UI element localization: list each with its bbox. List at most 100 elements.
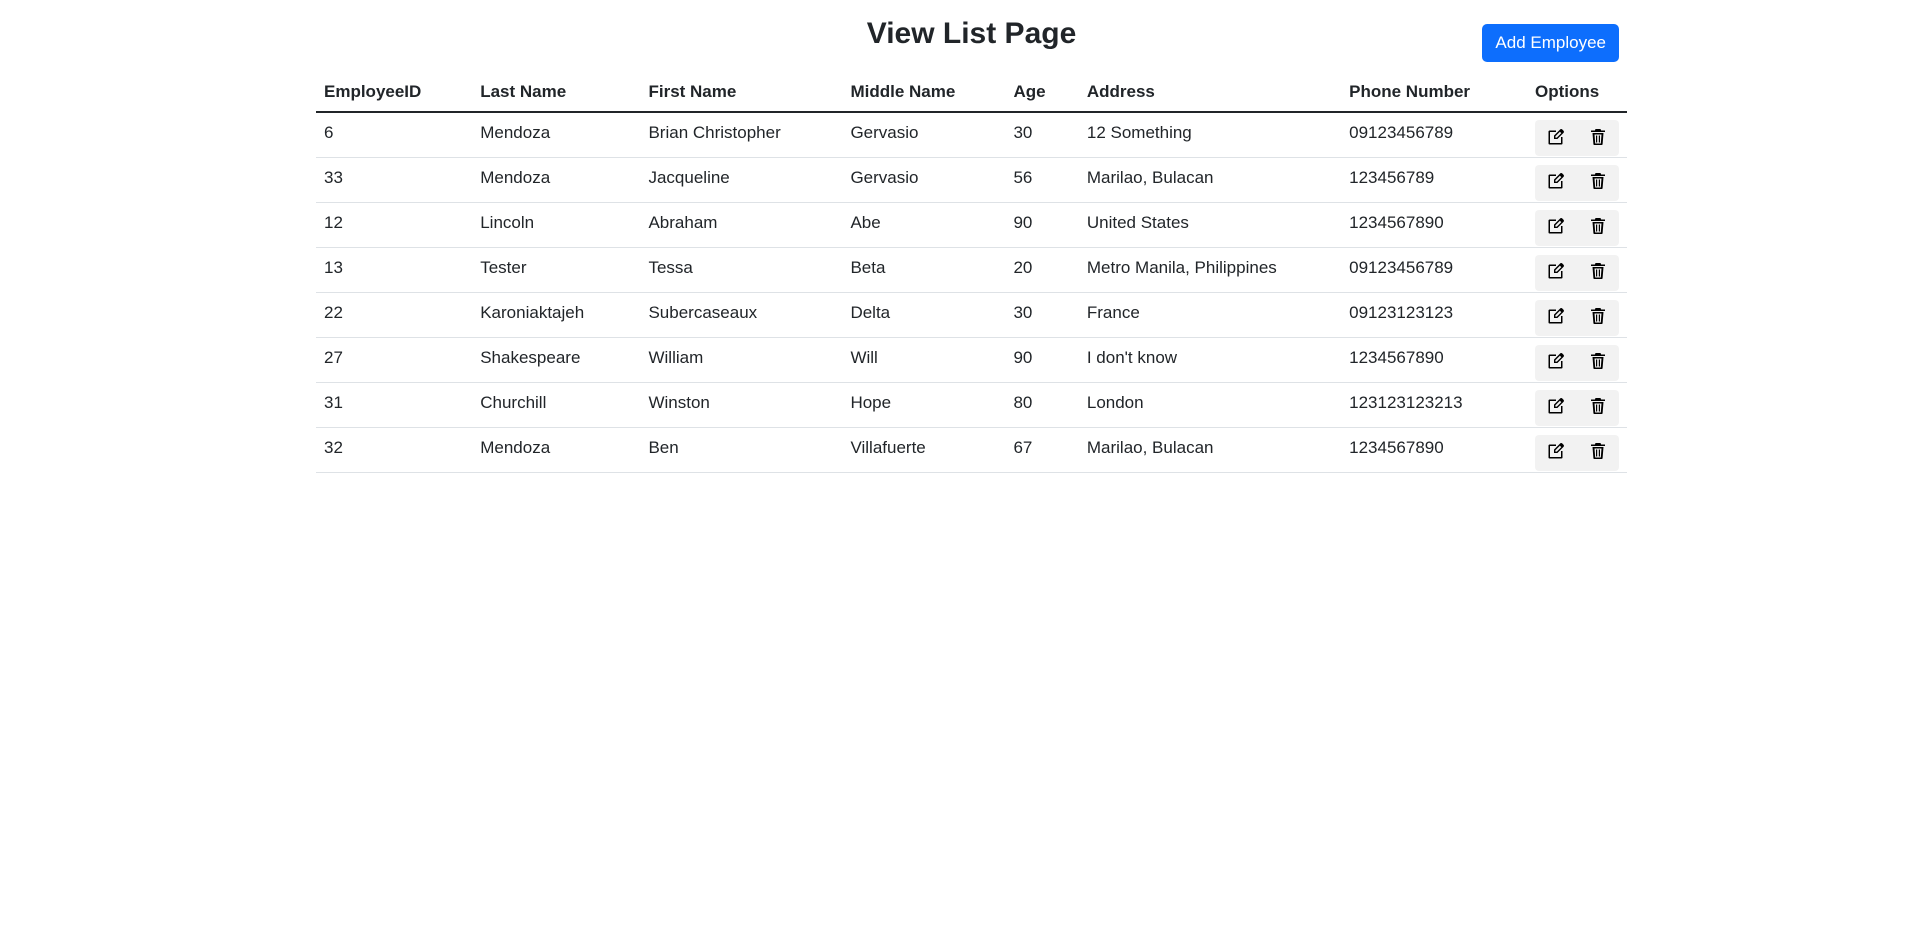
row-actions — [1535, 209, 1619, 246]
cell-age: 56 — [1005, 157, 1079, 203]
table-row: 32 Mendoza Ben Villafuerte 67 Marilao, B… — [316, 427, 1627, 473]
table-row: 22 Karoniaktajeh Subercaseaux Delta 30 F… — [316, 292, 1627, 338]
delete-button[interactable] — [1577, 120, 1619, 156]
delete-button[interactable] — [1577, 434, 1619, 471]
trash-icon — [1590, 353, 1606, 372]
row-actions — [1535, 299, 1619, 336]
header-options: Options — [1527, 76, 1627, 113]
edit-icon — [1548, 308, 1564, 327]
row-actions — [1535, 434, 1619, 471]
cell-first-name: Abraham — [640, 202, 843, 248]
edit-button[interactable] — [1535, 299, 1577, 336]
cell-last-name: Karoniaktajeh — [472, 292, 641, 338]
cell-address: Metro Manila, Philippines — [1078, 247, 1342, 293]
cell-employee-id: 22 — [316, 292, 473, 338]
delete-button[interactable] — [1577, 389, 1619, 426]
edit-icon — [1548, 398, 1564, 417]
cell-phone-number: 1234567890 — [1341, 337, 1527, 383]
cell-options — [1527, 157, 1627, 203]
edit-icon — [1548, 353, 1564, 372]
cell-middle-name: Will — [842, 337, 1006, 383]
cell-first-name: Tessa — [640, 247, 843, 293]
cell-last-name: Mendoza — [472, 112, 641, 158]
header-last-name: Last Name — [472, 76, 641, 113]
cell-phone-number: 123456789 — [1341, 157, 1527, 203]
trash-icon — [1590, 128, 1606, 148]
cell-last-name: Mendoza — [472, 157, 641, 203]
cell-age: 30 — [1005, 112, 1079, 158]
delete-button[interactable] — [1577, 254, 1619, 291]
row-actions — [1535, 344, 1619, 381]
add-employee-button[interactable]: Add Employee — [1482, 24, 1619, 62]
cell-age: 90 — [1005, 337, 1079, 383]
trash-icon — [1590, 443, 1606, 462]
trash-icon — [1590, 263, 1606, 282]
trash-icon — [1590, 398, 1606, 417]
table-row: 6 Mendoza Brian Christopher Gervasio 30 … — [316, 112, 1627, 158]
cell-middle-name: Gervasio — [842, 157, 1006, 203]
cell-address: Marilao, Bulacan — [1078, 427, 1342, 473]
header-phone-number: Phone Number — [1341, 76, 1527, 113]
cell-middle-name: Delta — [842, 292, 1006, 338]
cell-last-name: Mendoza — [472, 427, 641, 473]
header-row: EmployeeID Last Name First Name Middle N… — [316, 76, 1627, 113]
cell-options — [1527, 427, 1627, 473]
edit-button[interactable] — [1535, 209, 1577, 246]
edit-button[interactable] — [1535, 389, 1577, 426]
cell-age: 80 — [1005, 382, 1079, 428]
edit-button[interactable] — [1535, 164, 1577, 201]
edit-icon — [1548, 128, 1564, 148]
cell-employee-id: 6 — [316, 112, 473, 158]
table-row: 12 Lincoln Abraham Abe 90 United States … — [316, 202, 1627, 248]
header-first-name: First Name — [640, 76, 843, 113]
cell-employee-id: 31 — [316, 382, 473, 428]
edit-icon — [1548, 173, 1564, 192]
edit-button[interactable] — [1535, 434, 1577, 471]
cell-first-name: Winston — [640, 382, 843, 428]
cell-phone-number: 09123123123 — [1341, 292, 1527, 338]
edit-button[interactable] — [1535, 120, 1577, 156]
cell-middle-name: Abe — [842, 202, 1006, 248]
cell-options — [1527, 247, 1627, 293]
page-header: View List Page Add Employee — [316, 14, 1627, 76]
cell-first-name: Ben — [640, 427, 843, 473]
table-body: 6 Mendoza Brian Christopher Gervasio 30 … — [316, 112, 1627, 473]
page-title: View List Page — [866, 17, 1077, 50]
cell-phone-number: 1234567890 — [1341, 202, 1527, 248]
cell-phone-number: 09123456789 — [1341, 112, 1527, 158]
cell-options — [1527, 202, 1627, 248]
header-address: Address — [1078, 76, 1342, 113]
cell-options — [1527, 382, 1627, 428]
trash-icon — [1590, 308, 1606, 327]
table-row: 31 Churchill Winston Hope 80 London 1231… — [316, 382, 1627, 428]
cell-last-name: Churchill — [472, 382, 641, 428]
cell-age: 20 — [1005, 247, 1079, 293]
cell-options — [1527, 112, 1627, 158]
cell-first-name: Jacqueline — [640, 157, 843, 203]
delete-button[interactable] — [1577, 164, 1619, 201]
cell-options — [1527, 292, 1627, 338]
cell-address: I don't know — [1078, 337, 1342, 383]
cell-employee-id: 13 — [316, 247, 473, 293]
header-middle-name: Middle Name — [842, 76, 1006, 113]
header-age: Age — [1005, 76, 1079, 113]
delete-button[interactable] — [1577, 344, 1619, 381]
row-actions — [1535, 120, 1619, 156]
row-actions — [1535, 254, 1619, 291]
header-employee-id: EmployeeID — [316, 76, 473, 113]
cell-middle-name: Hope — [842, 382, 1006, 428]
row-actions — [1535, 389, 1619, 426]
cell-first-name: William — [640, 337, 843, 383]
edit-button[interactable] — [1535, 254, 1577, 291]
cell-age: 67 — [1005, 427, 1079, 473]
cell-options — [1527, 337, 1627, 383]
table-row: 13 Tester Tessa Beta 20 Metro Manila, Ph… — [316, 247, 1627, 293]
cell-middle-name: Beta — [842, 247, 1006, 293]
delete-button[interactable] — [1577, 299, 1619, 336]
trash-icon — [1590, 173, 1606, 192]
cell-phone-number: 09123456789 — [1341, 247, 1527, 293]
row-actions — [1535, 164, 1619, 201]
employee-table: EmployeeID Last Name First Name Middle N… — [316, 76, 1627, 473]
edit-button[interactable] — [1535, 344, 1577, 381]
delete-button[interactable] — [1577, 209, 1619, 246]
